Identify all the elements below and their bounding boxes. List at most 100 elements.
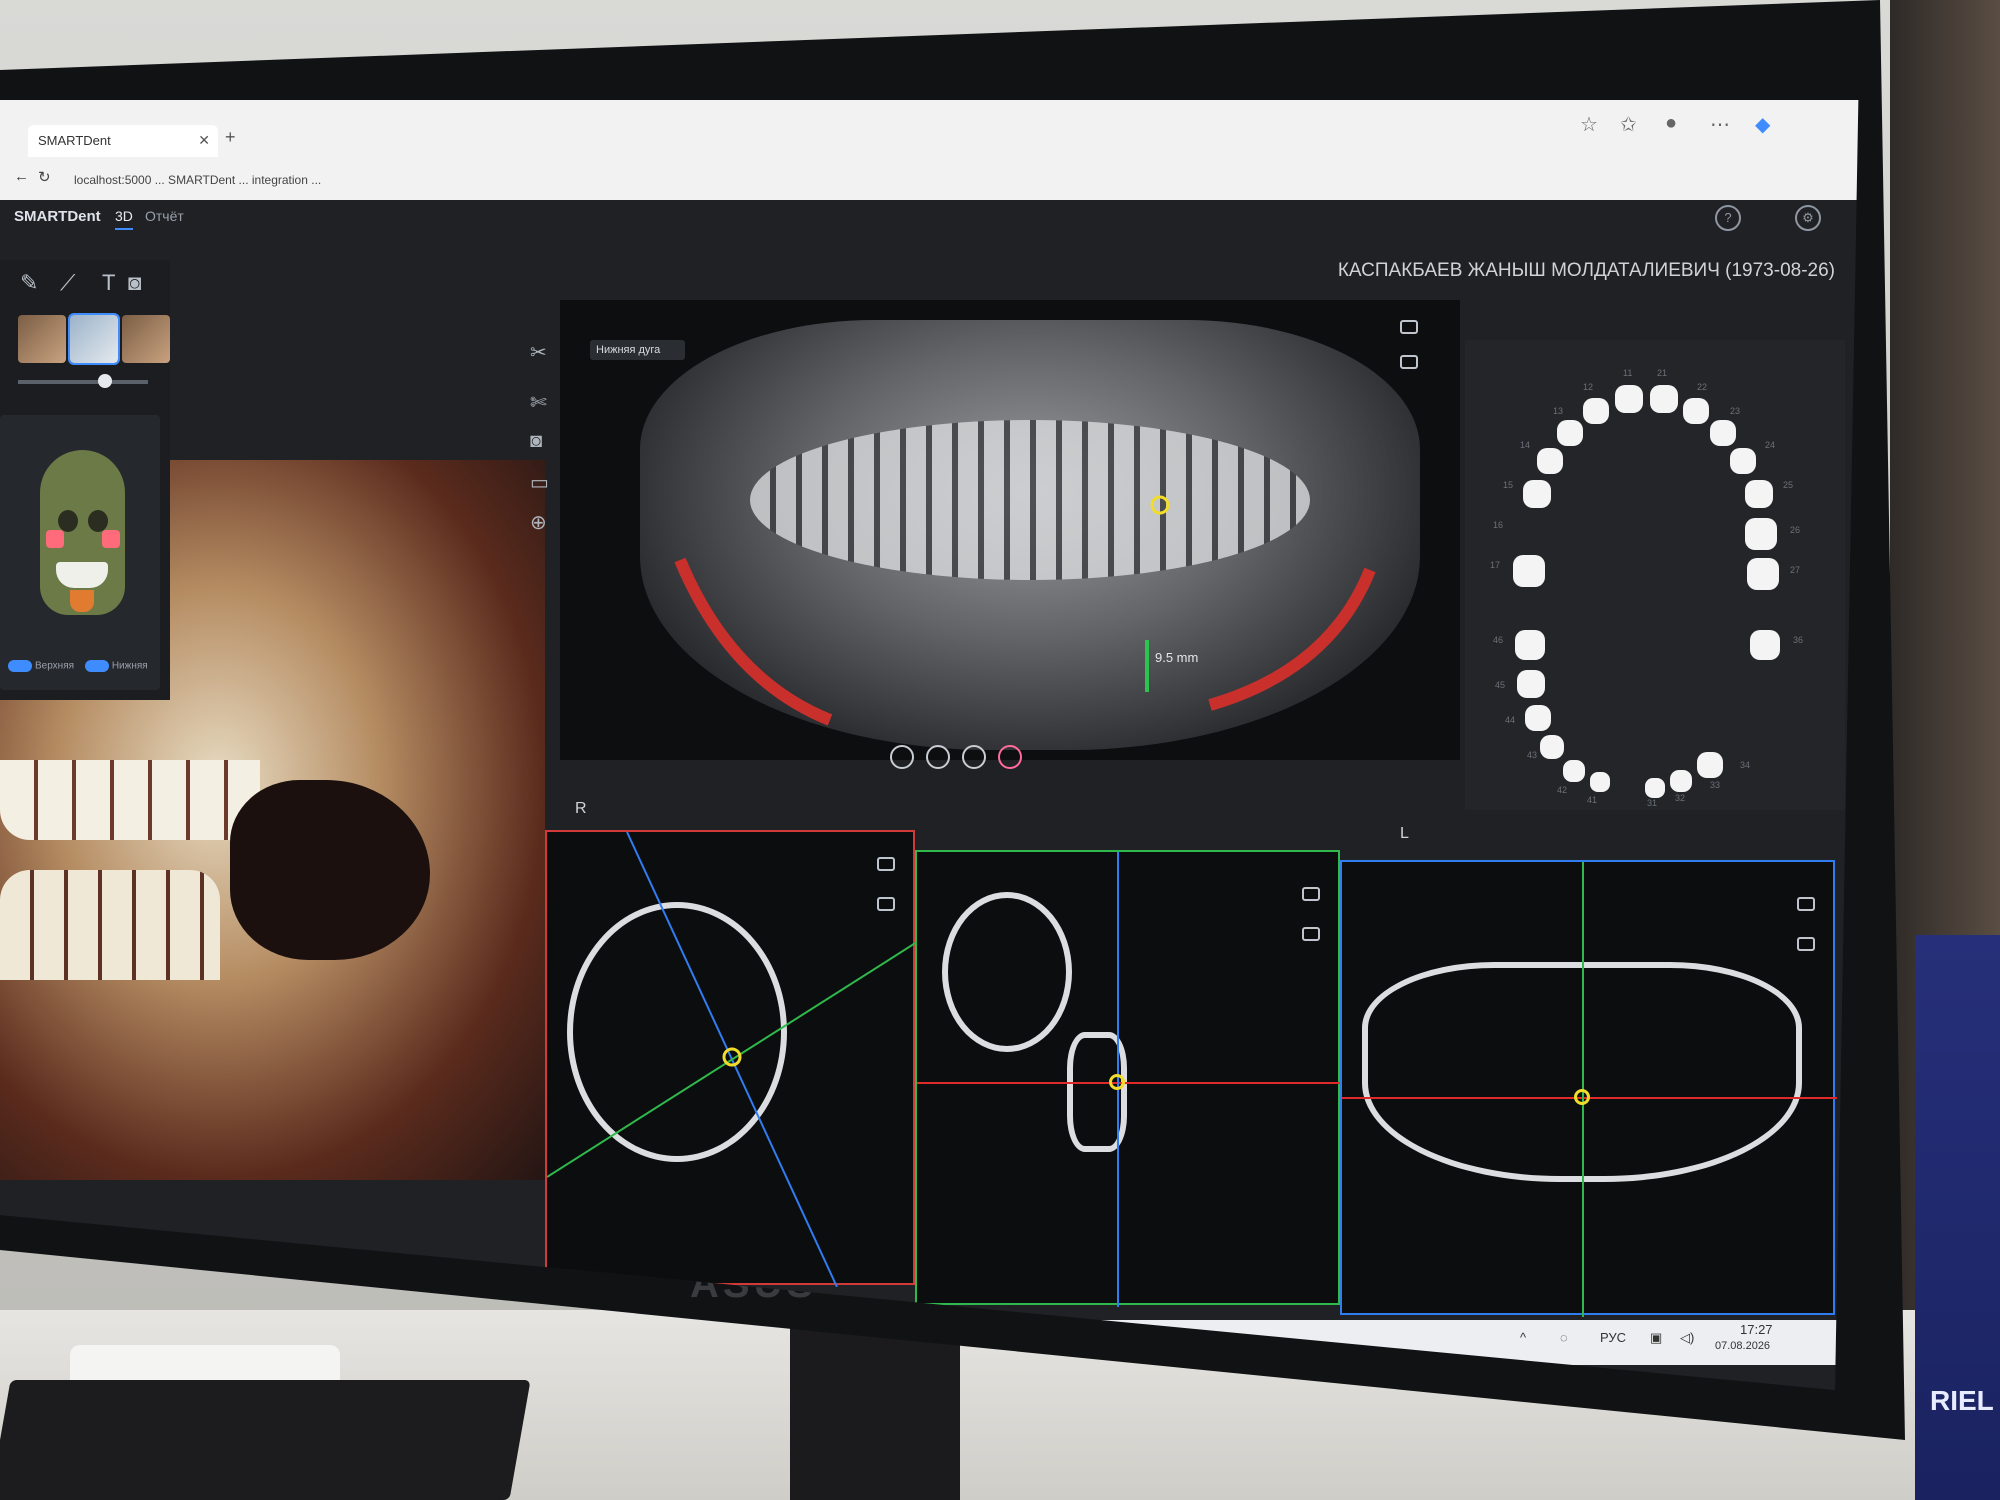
preset-thumbnail[interactable] [18,315,66,363]
tooth-36[interactable] [1750,630,1780,660]
tooth-33[interactable] [1697,752,1723,778]
tooth-12[interactable] [1583,398,1609,424]
target-icon[interactable]: ⊕ [530,510,547,535]
profile-icon[interactable]: ● [1665,112,1677,135]
ruler-icon[interactable] [1797,937,1815,951]
cut-icon[interactable]: ✄ [530,390,547,415]
tooth-13[interactable] [1557,420,1583,446]
tooth-31[interactable] [1645,778,1665,798]
tooth-25[interactable] [1745,480,1773,508]
skull-model[interactable] [40,450,125,615]
tooth-number: 13 [1553,406,1564,416]
address-bar[interactable]: localhost:5000 ... SMARTDent ... integra… [60,168,1660,194]
tooth-43[interactable] [1540,735,1564,759]
position-marker[interactable] [1109,1074,1125,1090]
brush-icon[interactable]: ⟋ [60,270,75,296]
filter-icon[interactable] [890,745,914,769]
position-marker[interactable] [1574,1089,1590,1105]
tooth-24[interactable] [1730,448,1756,474]
position-marker[interactable] [1150,495,1170,515]
tooth-32[interactable] [1670,770,1692,792]
measurement-line[interactable] [1145,640,1149,692]
tooth-41[interactable] [1590,772,1610,792]
star-icon[interactable]: ☆ [1580,112,1598,137]
more-icon[interactable]: ⋯ [1710,112,1730,137]
orientation-right: R [575,800,587,817]
tooth-number: 41 [1587,795,1598,805]
ruler-icon[interactable]: ▭ [530,470,549,495]
network-icon[interactable]: ▣ [1650,1330,1662,1346]
preset-thumbnail-selected[interactable] [68,313,120,365]
reload-icon[interactable]: ↻ [38,168,51,186]
tab-3d[interactable]: 3D [115,208,133,230]
tooth-icon[interactable] [998,745,1022,769]
tooth-27[interactable] [1747,558,1779,590]
upper-jaw-toggle[interactable] [8,660,32,672]
oral-cavity-render [230,780,430,960]
lower-jaw-toggle[interactable] [84,660,109,672]
ruler-icon[interactable] [1400,355,1418,369]
language-indicator[interactable]: РУС [1600,1330,1626,1345]
app-tab-bar: SMARTDent 3D Отчёт [0,200,300,234]
tooth-26[interactable] [1745,518,1777,550]
tooth-17[interactable] [1513,555,1545,587]
contrast-icon[interactable] [962,745,986,769]
tooth-chart: 11 21 12 22 13 23 14 24 15 25 16 26 17 2… [1465,340,1845,810]
tooth-11[interactable] [1615,385,1643,413]
camera-icon[interactable] [1400,320,1418,334]
tooth-23[interactable] [1710,420,1736,446]
tooth-42[interactable] [1563,760,1585,782]
tab-report[interactable]: Отчёт [145,208,184,224]
tooth-45[interactable] [1517,670,1545,698]
tooth-21[interactable] [1650,385,1678,413]
tooth-14[interactable] [1537,448,1563,474]
tooth-46[interactable] [1515,630,1545,660]
browser-tab[interactable]: SMARTDent ✕ [28,125,218,157]
ruler-icon[interactable] [877,897,895,911]
tooth-number: 23 [1730,406,1741,416]
volume-icon[interactable]: ◁) [1680,1330,1694,1346]
tooth-44[interactable] [1525,705,1551,731]
eye-socket [88,510,108,532]
gear-icon[interactable]: ⚙ [1795,205,1821,231]
text-icon[interactable]: T [102,270,115,296]
teeth-segment[interactable] [56,562,108,588]
chevron-up-icon[interactable]: ^ [1520,1330,1526,1345]
pencil-icon[interactable]: ✎ [20,270,38,296]
panoramic-view[interactable]: Нижняя дуга 9.5 mm [560,300,1460,769]
monitor-stand [790,1320,960,1500]
tooth-number: 14 [1520,440,1531,450]
camera-icon[interactable] [1302,887,1320,901]
opacity-slider[interactable] [18,374,148,388]
back-icon[interactable]: ← [14,168,29,185]
tab-title: SMARTDent [38,133,111,148]
camera-icon[interactable] [877,857,895,871]
clock-time[interactable]: 17:27 [1740,1322,1773,1337]
monitor-screen: SMARTDent ✕ + ← ↻ localhost:5000 ... SMA… [0,100,1860,1390]
coronal-plane-line[interactable] [547,941,917,1178]
copilot-icon[interactable]: ◆ [1755,112,1770,137]
preset-thumbnail[interactable] [122,315,170,363]
camera-icon[interactable]: ◙ [530,430,542,453]
tooth-number: 17 [1490,560,1501,570]
app-logo: SMARTDent [14,208,101,225]
tooth-22[interactable] [1683,398,1709,424]
camera-icon[interactable] [1797,897,1815,911]
close-icon[interactable]: ✕ [198,132,210,149]
help-icon[interactable]: ? [1715,205,1741,231]
camera-icon[interactable]: ◙ [128,270,141,296]
scissors-icon[interactable]: ✂ [530,340,547,365]
favorites-icon[interactable]: ✩ [1620,112,1637,137]
tooth-15[interactable] [1523,480,1551,508]
slider-knob[interactable] [98,374,112,388]
axial-slice-view[interactable] [545,830,917,1287]
ruler-icon[interactable] [1302,927,1320,941]
new-tab-icon[interactable]: + [225,127,236,148]
clock-date[interactable]: 07.08.2026 [1715,1340,1770,1352]
notification-icon[interactable]: ◌ [1560,1330,1568,1345]
coronal-slice-view[interactable] [915,850,1342,1307]
axial-plane-line[interactable] [917,1082,1342,1084]
brightness-icon[interactable] [926,745,950,769]
mandible-segment[interactable] [70,590,94,612]
sagittal-slice-view[interactable] [1340,860,1837,1317]
